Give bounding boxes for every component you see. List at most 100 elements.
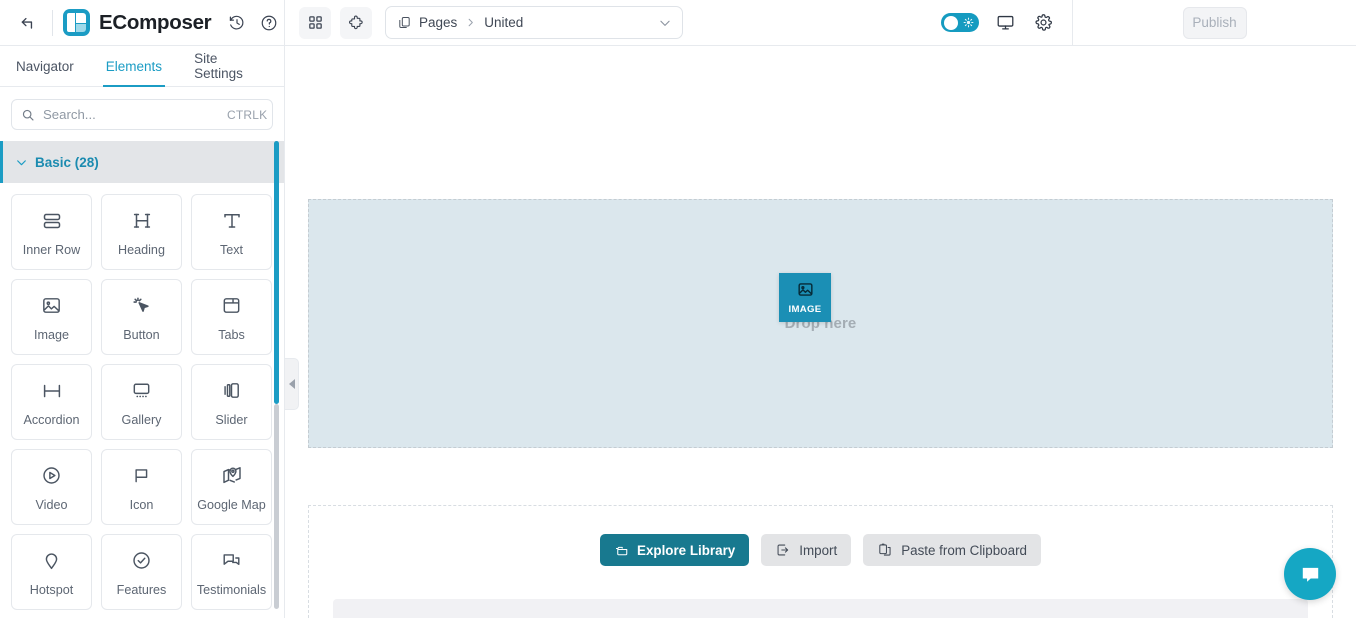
puzzle-extension-button[interactable] — [340, 6, 372, 39]
element-tile-label: Heading — [118, 242, 165, 257]
element-tile-label: Button — [123, 327, 160, 342]
breadcrumb-separator — [465, 17, 476, 28]
history-icon-svg — [230, 15, 244, 29]
empty-section-below[interactable]: Explore Library Import Paste from Clipbo… — [308, 505, 1333, 618]
publish-zone: Publish — [1073, 6, 1356, 39]
search-icon-svg — [22, 109, 34, 121]
chevron-down-icon[interactable] — [658, 16, 672, 30]
toolbar-divider — [52, 9, 53, 36]
image-drop-zone[interactable]: Drop here — [308, 199, 1333, 448]
tab-navigator[interactable]: Navigator — [0, 46, 90, 86]
explore-library-button[interactable]: Explore Library — [600, 534, 750, 566]
text-t-icon — [220, 208, 244, 234]
search-input[interactable] — [43, 107, 219, 122]
element-tile-label: Inner Row — [22, 242, 81, 257]
import-button[interactable]: Import — [761, 534, 852, 566]
text-t-icon-svg — [223, 213, 240, 228]
brand-logo: EComposer — [63, 9, 212, 36]
element-tile-video[interactable]: Video — [11, 449, 92, 525]
help-circle-icon-svg — [262, 15, 277, 30]
element-tile-google-map[interactable]: Google Map — [191, 449, 272, 525]
chevron-down-icon-svg — [17, 159, 26, 165]
element-group-title: Basic (28) — [35, 154, 99, 170]
toolbar-right-zone: Publish — [929, 0, 1356, 46]
element-tile-label: Tabs — [218, 327, 245, 342]
element-tile-label: Gallery — [121, 412, 162, 427]
gear-settings-icon[interactable] — [1031, 11, 1055, 35]
monitor-desktop-icon-svg — [997, 15, 1013, 30]
search-box[interactable]: CTRLK — [11, 99, 273, 130]
element-tile-testimonials[interactable]: Testimonials — [191, 534, 272, 610]
back-button[interactable] — [13, 9, 41, 37]
element-tile-button[interactable]: Button — [101, 279, 182, 355]
monitor-desktop-icon[interactable] — [993, 11, 1017, 35]
image-picture-icon-svg — [797, 283, 813, 296]
placeholder-panel — [333, 599, 1308, 618]
search-icon — [21, 108, 35, 122]
element-tile-heading[interactable]: Heading — [101, 194, 182, 270]
theme-toggle[interactable] — [941, 13, 979, 32]
breadcrumb-current[interactable]: United — [484, 15, 523, 30]
tab-elements[interactable]: Elements — [90, 46, 178, 87]
hotspot-pin-icon-svg — [45, 553, 58, 570]
element-tile-label: Image — [33, 327, 69, 342]
toolbar-view-controls — [929, 11, 1072, 35]
element-tile-tabs[interactable]: Tabs — [191, 279, 272, 355]
workspace: Navigator Elements Site Settings CTRLK — [0, 46, 1356, 618]
element-tile-icon[interactable]: Icon — [101, 449, 182, 525]
element-tile-label: Slider — [215, 412, 248, 427]
toggle-knob — [944, 15, 958, 30]
ecomposer-logo-icon — [63, 9, 90, 36]
button-cursor-click-icon — [130, 293, 153, 319]
chat-bubble-icon-svg — [1302, 567, 1318, 582]
tabs-window-icon-svg — [223, 298, 240, 313]
element-group-basic[interactable]: Basic (28) — [0, 141, 284, 183]
chat-support-button[interactable] — [1284, 548, 1336, 600]
sidebar-tabs: Navigator Elements Site Settings — [0, 46, 284, 87]
folder-library-icon — [614, 543, 629, 558]
pages-copy-icon-svg — [399, 17, 410, 28]
image-picture-icon-svg — [43, 298, 60, 313]
element-tile-slider[interactable]: Slider — [191, 364, 272, 440]
element-tile-label: Video — [35, 497, 68, 512]
scrollbar-thumb-active[interactable] — [274, 141, 279, 404]
element-tile-label: Icon — [129, 497, 154, 512]
paste-from-clipboard-button[interactable]: Paste from Clipboard — [863, 534, 1041, 566]
element-tile-gallery[interactable]: Gallery — [101, 364, 182, 440]
toolbar-center-zone: Pages United — [285, 0, 929, 45]
elements-scroll-area[interactable]: Basic (28) Inner Row Heading Text Image … — [0, 141, 284, 618]
button-cursor-click-icon-svg — [133, 297, 149, 312]
sidebar-collapse-toggle[interactable] — [285, 358, 299, 410]
breadcrumb-root[interactable]: Pages — [419, 15, 457, 30]
element-tile-grid: Inner Row Heading Text Image Button Tabs… — [0, 183, 284, 618]
breadcrumb-page-selector[interactable]: Pages United — [385, 6, 683, 39]
element-tile-image[interactable]: Image — [11, 279, 92, 355]
paste-clipboard-label: Paste from Clipboard — [901, 542, 1027, 558]
element-tile-accordion[interactable]: Accordion — [11, 364, 92, 440]
clipboard-paste-icon-svg — [879, 543, 891, 556]
element-tile-inner-row[interactable]: Inner Row — [11, 194, 92, 270]
video-play-icon — [40, 463, 63, 489]
flag-icon — [130, 463, 153, 489]
tabs-window-icon — [220, 293, 243, 319]
toolbar-quick-icons — [225, 11, 281, 35]
gear-settings-icon-svg — [1034, 14, 1052, 31]
import-arrow-icon — [775, 542, 791, 558]
element-tile-text[interactable]: Text — [191, 194, 272, 270]
grid-apps-button[interactable] — [299, 6, 331, 39]
history-icon[interactable] — [225, 11, 249, 35]
help-circle-icon[interactable] — [257, 11, 281, 35]
folder-library-icon-svg — [616, 546, 628, 555]
image-picture-icon — [40, 293, 63, 319]
sidebar-scrollbar[interactable] — [274, 141, 279, 618]
scrollbar-thumb[interactable] — [274, 404, 279, 609]
publish-button[interactable]: Publish — [1182, 6, 1247, 39]
drag-ghost-image-element[interactable]: IMAGE — [779, 273, 831, 322]
tab-site-settings[interactable]: Site Settings — [178, 46, 284, 86]
element-tile-features[interactable]: Features — [101, 534, 182, 610]
element-tile-label: Accordion — [23, 412, 80, 427]
flag-icon-svg — [135, 469, 148, 483]
page-canvas[interactable]: Drop here Explore Library Import Paste f… — [285, 46, 1356, 618]
element-tile-hotspot[interactable]: Hotspot — [11, 534, 92, 610]
heading-h-icon-svg — [133, 213, 150, 228]
